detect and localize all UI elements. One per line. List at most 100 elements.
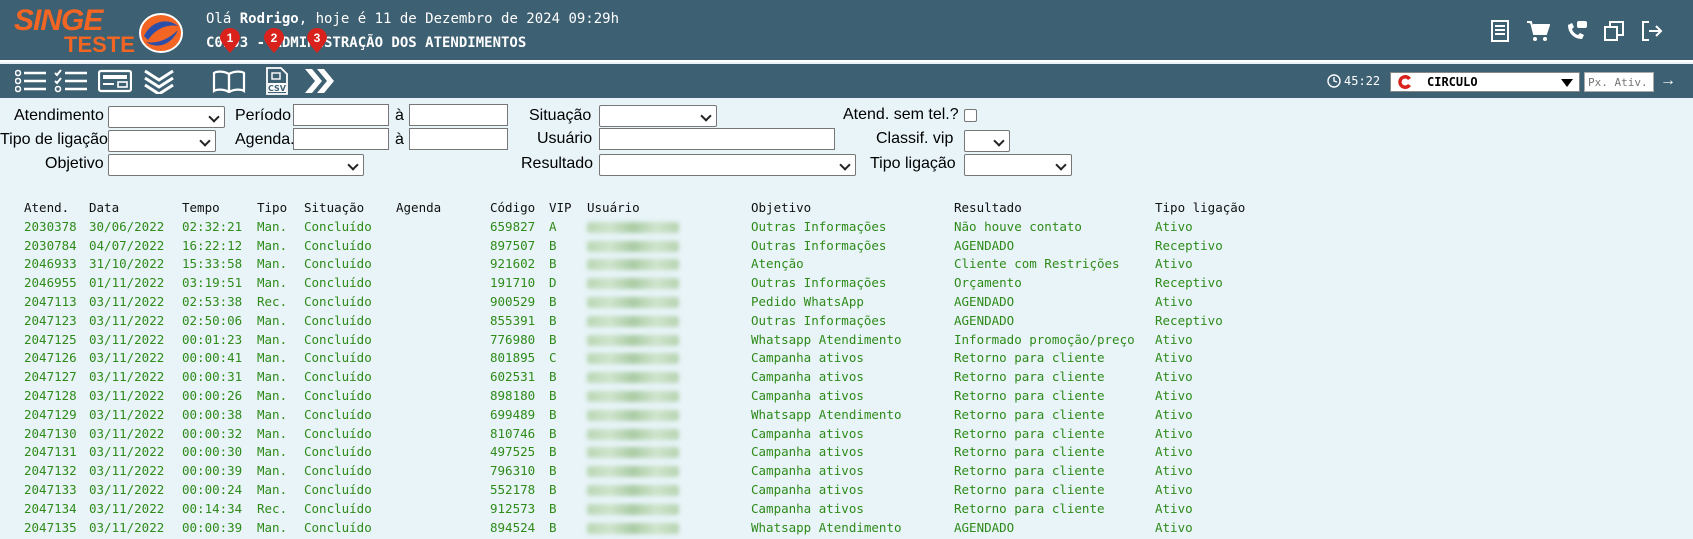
switch-window-icon[interactable] [1601, 18, 1627, 44]
cell-tempo: 02:50:06 [182, 312, 243, 328]
cell-tipo-ligacao: Ativo [1155, 519, 1193, 535]
cell-usuario [587, 332, 679, 349]
label-tipo-de-ligacao: Tipo de ligação [0, 131, 108, 148]
cell-atend: 2047126 [24, 350, 77, 366]
cell-tipo-ligacao: Ativo [1155, 369, 1193, 385]
card-icon[interactable] [98, 67, 132, 95]
phone-chat-icon[interactable] [1563, 18, 1589, 44]
cell-resultado: Cliente com Restrições [954, 256, 1120, 272]
module-title: C0103 - ADMINISTRAÇÃO DOS ATENDIMENTOS [206, 35, 527, 51]
situacao-select[interactable] [599, 105, 717, 127]
redacted-user [587, 428, 679, 440]
cell-usuario [587, 219, 679, 236]
cell-tipo-ligacao: Ativo [1155, 481, 1193, 497]
cell-tipo-ligacao: Ativo [1155, 218, 1193, 234]
cell-tipo-ligacao: Ativo [1155, 500, 1193, 516]
step-badge-2: 2 [263, 28, 285, 54]
header-vip[interactable]: VIP [549, 200, 572, 215]
cell-atend: 2047133 [24, 481, 77, 497]
cell-objetivo: Outras Informações [751, 275, 887, 291]
cart-icon[interactable] [1525, 18, 1551, 44]
cell-vip: B [549, 237, 557, 253]
header-situacao[interactable]: Situação [304, 200, 364, 215]
objetivo-select[interactable] [108, 154, 364, 176]
header-tipo[interactable]: Tipo [257, 200, 287, 215]
redacted-user [587, 372, 679, 384]
cell-situacao: Concluído [304, 500, 372, 516]
sem-tel-checkbox[interactable] [964, 109, 977, 122]
cell-usuario [587, 313, 679, 330]
list-icon[interactable] [14, 67, 48, 95]
header-tipo-ligacao[interactable]: Tipo ligação [1155, 200, 1245, 215]
cell-codigo: 497525 [490, 444, 536, 460]
cell-vip: B [549, 444, 557, 460]
singe-logo[interactable]: SINGE TESTE [14, 4, 135, 58]
next-activity-input[interactable] [1584, 72, 1654, 92]
redacted-user [587, 221, 679, 233]
header-tempo[interactable]: Tempo [182, 200, 220, 215]
header-agenda[interactable]: Agenda [396, 200, 441, 215]
periodo-end-input[interactable] [409, 104, 508, 126]
label-situacao: Situação [529, 107, 592, 124]
cell-codigo: 801895 [490, 350, 536, 366]
cell-tempo: 00:00:24 [182, 481, 243, 497]
cell-usuario [587, 238, 679, 255]
cell-tempo: 00:00:26 [182, 387, 243, 403]
cell-codigo: 191710 [490, 275, 536, 291]
resultado-select[interactable] [599, 154, 856, 176]
agenda-end-input[interactable] [409, 128, 508, 150]
cell-codigo: 602531 [490, 369, 536, 385]
csv-icon[interactable]: CSV [260, 67, 294, 95]
cell-resultado: Retorno para cliente [954, 481, 1105, 497]
branch-select-value: CIRCULO [1427, 75, 1478, 89]
atendimento-select[interactable] [108, 106, 225, 128]
cell-resultado: Retorno para cliente [954, 350, 1105, 366]
tipo-ligacao-select[interactable] [964, 154, 1072, 176]
svg-text:CSV: CSV [268, 84, 287, 93]
cell-resultado: Retorno para cliente [954, 369, 1105, 385]
header-codigo[interactable]: Código [490, 200, 535, 215]
agenda-start-input[interactable] [293, 128, 389, 150]
redacted-user [587, 278, 679, 290]
go-arrow-icon[interactable]: → [1660, 72, 1676, 90]
header-usuario[interactable]: Usuário [587, 200, 640, 215]
classif-vip-select[interactable] [964, 130, 1010, 152]
tipo-de-ligacao-select[interactable] [108, 130, 216, 152]
cell-situacao: Concluído [304, 519, 372, 535]
branch-select[interactable]: CIRCULO [1390, 72, 1580, 92]
cell-vip: C [549, 350, 557, 366]
cell-vip: B [549, 425, 557, 441]
label-tipo-ligacao: Tipo ligação [870, 155, 956, 172]
cell-codigo: 855391 [490, 312, 536, 328]
cell-atend: 2030784 [24, 237, 77, 253]
cell-resultado: Informado promoção/preço [954, 331, 1135, 347]
report-icon[interactable] [1487, 18, 1513, 44]
logout-icon[interactable] [1639, 18, 1665, 44]
cell-codigo: 898180 [490, 387, 536, 403]
cell-usuario [587, 482, 679, 499]
header-objetivo[interactable]: Objetivo [751, 200, 811, 215]
header-data[interactable]: Data [89, 200, 119, 215]
cell-situacao: Concluído [304, 463, 372, 479]
header-resultado[interactable]: Resultado [954, 200, 1022, 215]
cell-objetivo: Campanha ativos [751, 500, 864, 516]
cell-tipo: Man. [257, 425, 288, 441]
cell-tipo: Man. [257, 350, 288, 366]
expand-down-icon[interactable] [142, 67, 176, 95]
redacted-user [587, 240, 679, 252]
cell-tipo: Man. [257, 331, 288, 347]
cell-tempo: 00:00:30 [182, 444, 243, 460]
cell-objetivo: Whatsapp Atendimento [751, 406, 902, 422]
book-icon[interactable] [212, 67, 246, 95]
cell-vip: A [549, 218, 557, 234]
cell-vip: B [549, 519, 557, 535]
cell-vip: B [549, 406, 557, 422]
periodo-start-input[interactable] [293, 104, 389, 126]
redacted-user [587, 447, 679, 459]
usuario-input[interactable] [599, 128, 835, 150]
checklist-icon[interactable] [54, 67, 88, 95]
cell-data: 03/11/2022 [89, 331, 165, 347]
header-atend[interactable]: Atend. [24, 200, 69, 215]
forward-icon[interactable] [302, 67, 336, 95]
cell-situacao: Concluído [304, 444, 372, 460]
